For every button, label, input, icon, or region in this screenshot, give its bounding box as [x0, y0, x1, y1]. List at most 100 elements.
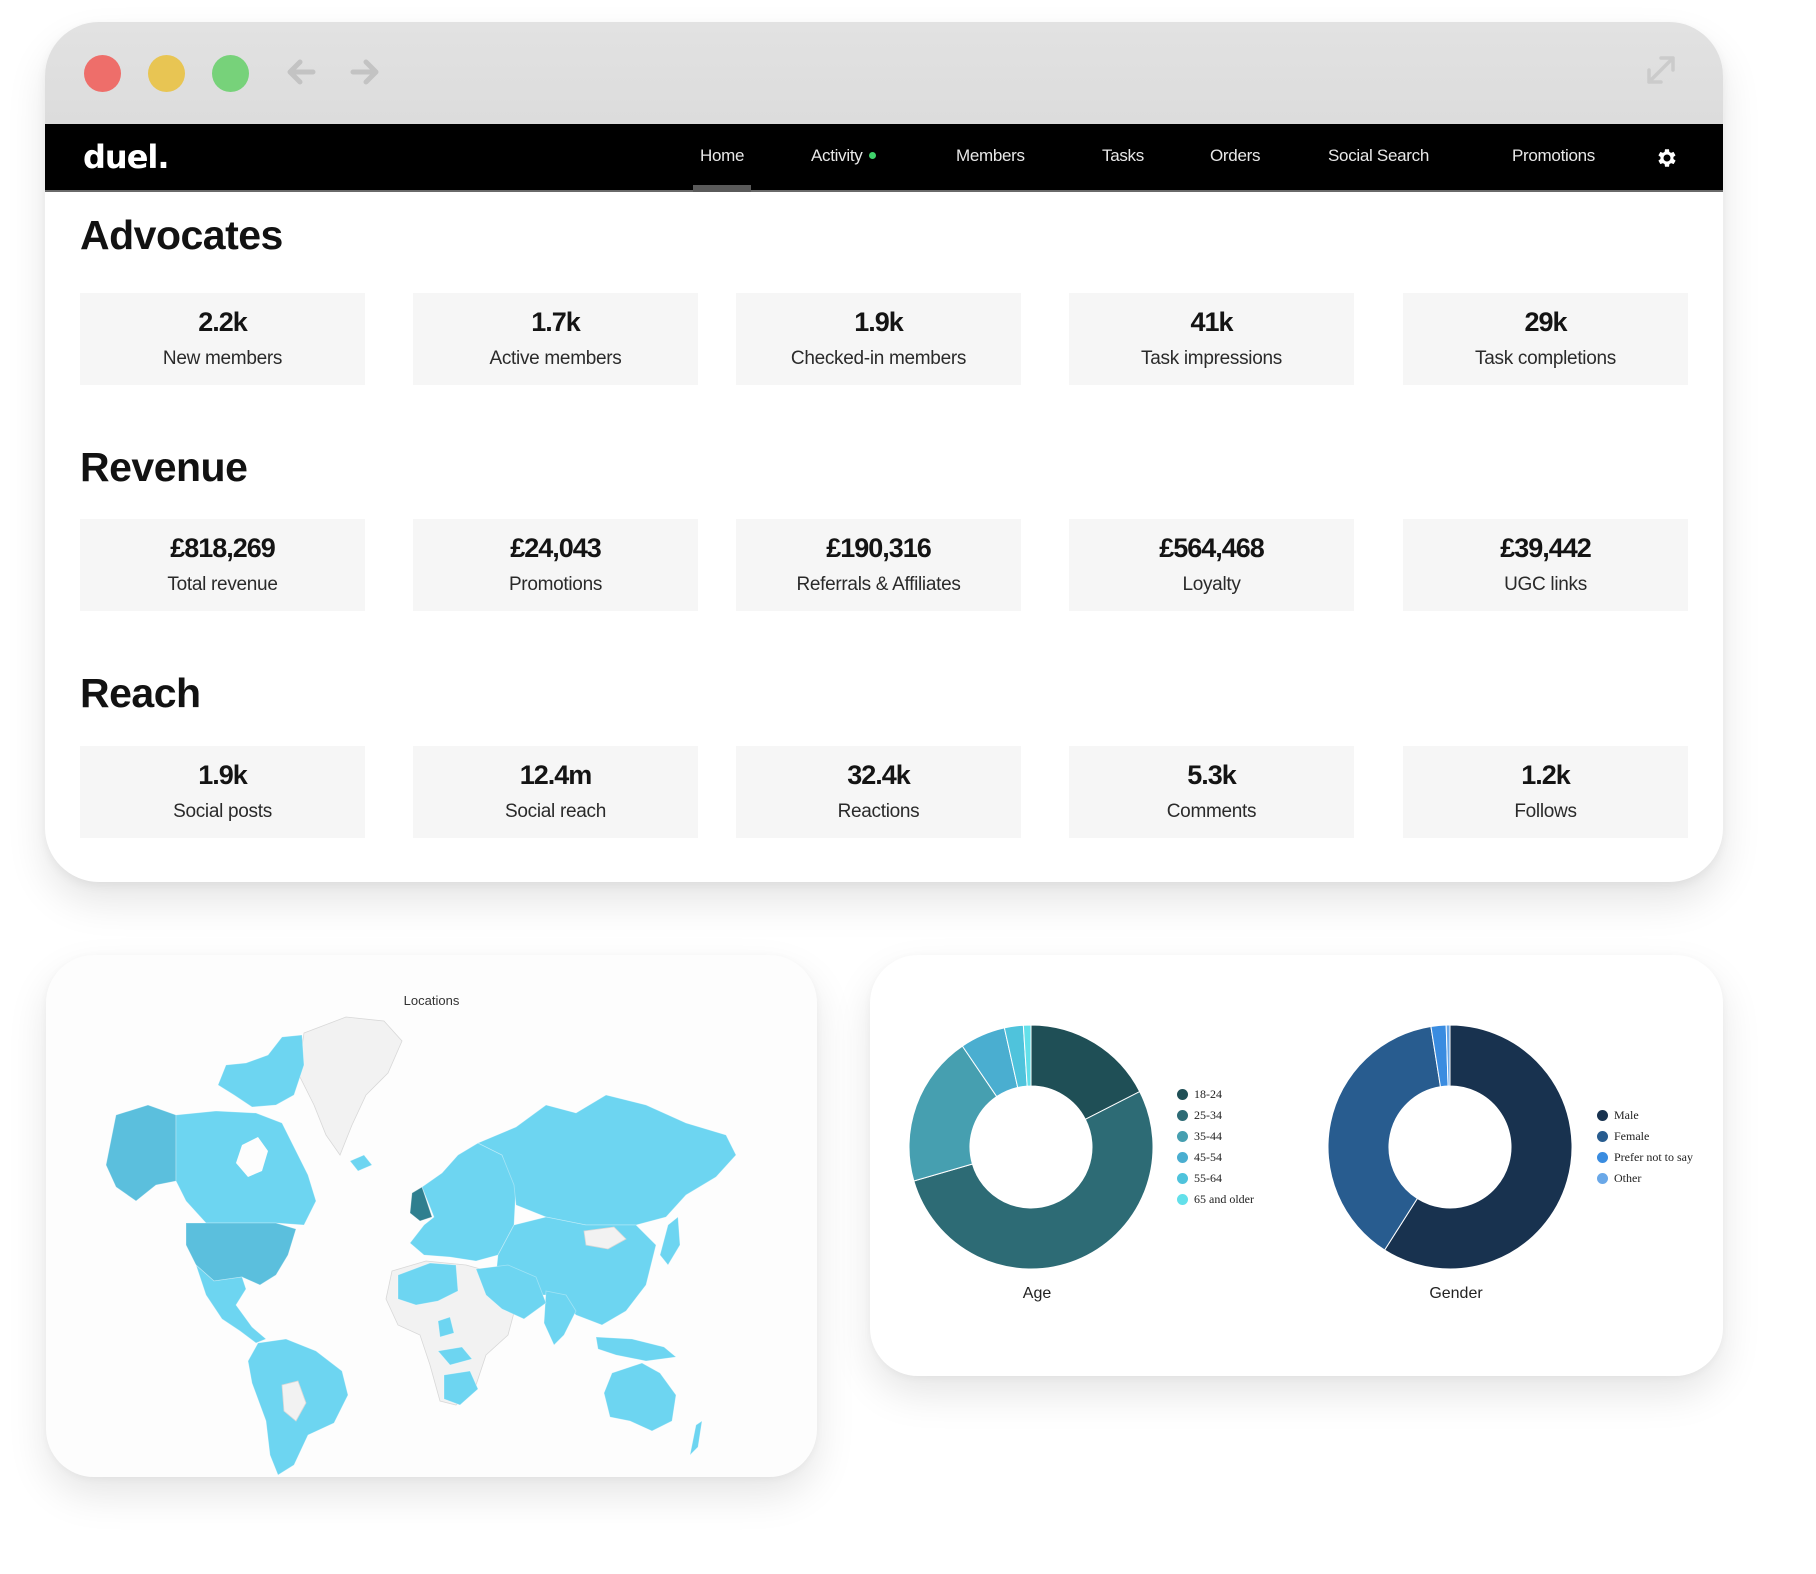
stat-value: 12.4m [519, 760, 593, 790]
close-window-button[interactable] [84, 55, 121, 92]
legend-item[interactable]: 45-54 [1177, 1147, 1254, 1168]
nav-activity[interactable]: Activity [811, 146, 877, 166]
map-region-indonesia[interactable] [595, 1336, 677, 1362]
nav-home[interactable]: Home [692, 146, 752, 192]
stat-value: 29k [1524, 307, 1567, 337]
stat-label: Loyalty [1182, 574, 1241, 595]
stat-value: 5.3k [1187, 760, 1237, 790]
minimize-window-button[interactable] [148, 55, 185, 92]
legend-item[interactable]: 35-44 [1177, 1126, 1254, 1147]
stat-label: Task completions [1475, 348, 1616, 369]
title-bar [45, 22, 1723, 124]
expand-icon[interactable] [1643, 52, 1679, 88]
legend-label: Female [1614, 1129, 1650, 1143]
stat-value: £190,316 [826, 533, 932, 563]
stat-value: 1.9k [854, 307, 904, 337]
demographics-donuts [908, 1024, 1573, 1270]
map-region-greenland[interactable] [297, 1016, 403, 1156]
nav-members[interactable]: Members [956, 146, 1025, 166]
arrow-right-icon[interactable] [345, 52, 385, 92]
maximize-window-button[interactable] [212, 55, 249, 92]
legend-swatch [1597, 1110, 1608, 1121]
legend-swatch [1177, 1152, 1188, 1163]
stat-card-comments[interactable]: 5.3k Comments [1069, 746, 1354, 838]
stat-label: Task impressions [1141, 348, 1282, 369]
locations-map-card: Locations [46, 955, 817, 1477]
map-region-russia[interactable] [477, 1094, 737, 1226]
stat-value: 1.2k [1521, 760, 1571, 790]
stat-label: Active members [489, 348, 622, 369]
legend-item[interactable]: 18-24 [1177, 1084, 1254, 1105]
arrow-left-icon[interactable] [281, 52, 321, 92]
stat-card-referrals-affiliates[interactable]: £190,316 Referrals & Affiliates [736, 519, 1021, 611]
stat-label: Follows [1514, 801, 1577, 822]
legend-label: 18-24 [1194, 1087, 1222, 1101]
legend-item[interactable]: 55-64 [1177, 1168, 1254, 1189]
legend-label: Prefer not to say [1614, 1150, 1693, 1164]
stat-card-follows[interactable]: 1.2k Follows [1403, 746, 1688, 838]
stat-label: Promotions [508, 574, 603, 595]
stat-card-task-impressions[interactable]: 41k Task impressions [1069, 293, 1354, 385]
stat-card-active-members[interactable]: 1.7k Active members [413, 293, 698, 385]
stat-card-checked-in-members[interactable]: 1.9k Checked-in members [736, 293, 1021, 385]
legend-item[interactable]: Other [1597, 1168, 1693, 1189]
stat-card-social-posts[interactable]: 1.9k Social posts [80, 746, 365, 838]
world-map[interactable] [46, 955, 817, 1477]
legend-item[interactable]: 25-34 [1177, 1105, 1254, 1126]
map-region-australia[interactable] [603, 1362, 677, 1432]
stat-card-reactions[interactable]: 32.4k Reactions [736, 746, 1021, 838]
nav-home-label: Home [700, 146, 745, 165]
nav-promotions[interactable]: Promotions [1512, 146, 1595, 166]
gender-chart-title: Gender [1429, 1285, 1483, 1302]
stat-value: 41k [1190, 307, 1233, 337]
duel-logo[interactable]: duel. [83, 138, 170, 176]
legend-item[interactable]: 65 and older [1177, 1189, 1254, 1210]
legend-label: 25-34 [1194, 1108, 1222, 1122]
map-region-iceland[interactable] [349, 1154, 373, 1172]
stat-value: £564,468 [1159, 533, 1265, 563]
nav-orders[interactable]: Orders [1210, 146, 1260, 166]
stat-card-task-completions[interactable]: 29k Task completions [1403, 293, 1688, 385]
section-title-reach: Reach [80, 670, 201, 716]
legend-label: 35-44 [1194, 1129, 1222, 1143]
nav-activity-label: Activity [811, 146, 863, 165]
legend-swatch [1177, 1131, 1188, 1142]
demographics-card: 18-24 25-34 35-44 45-54 55-64 65 and old… [870, 955, 1723, 1376]
stat-card-total-revenue[interactable]: £818,269 Total revenue [80, 519, 365, 611]
legend-label: 45-54 [1194, 1150, 1222, 1164]
age-chart-title: Age [1022, 1285, 1052, 1302]
stat-label: New members [162, 348, 283, 369]
legend-swatch [1597, 1173, 1608, 1184]
stat-value: £818,269 [170, 533, 276, 563]
stat-label: Social reach [505, 801, 606, 822]
legend-swatch [1177, 1110, 1188, 1121]
legend-label: 55-64 [1194, 1171, 1222, 1185]
legend-swatch [1597, 1152, 1608, 1163]
nav-social-search[interactable]: Social Search [1328, 146, 1429, 166]
legend-item[interactable]: Female [1597, 1126, 1693, 1147]
map-region-new-zealand[interactable] [689, 1420, 703, 1457]
nav-social-search-label: Social Search [1328, 146, 1429, 165]
stat-card-loyalty[interactable]: £564,468 Loyalty [1069, 519, 1354, 611]
stat-value: 2.2k [198, 307, 248, 337]
section-title-advocates: Advocates [80, 212, 283, 258]
map-region-canada-islands[interactable] [217, 1034, 305, 1108]
stat-value: 1.7k [531, 307, 581, 337]
legend-item[interactable]: Prefer not to say [1597, 1147, 1693, 1168]
stat-card-new-members[interactable]: 2.2k New members [80, 293, 365, 385]
stat-label: Social posts [173, 801, 272, 822]
map-region-alaska[interactable] [105, 1104, 177, 1202]
nav-tasks[interactable]: Tasks [1102, 146, 1144, 166]
stat-card-promotions[interactable]: £24,043 Promotions [413, 519, 698, 611]
legend-item[interactable]: Male [1597, 1105, 1693, 1126]
stat-label: Reactions [837, 801, 920, 822]
age-legend: 18-24 25-34 35-44 45-54 55-64 65 and old… [1177, 1084, 1254, 1210]
stat-card-ugc-links[interactable]: £39,442 UGC links [1403, 519, 1688, 611]
gear-icon[interactable] [1655, 146, 1679, 170]
nav-members-label: Members [956, 146, 1025, 165]
map-region-japan[interactable] [659, 1216, 681, 1266]
legend-swatch [1597, 1131, 1608, 1142]
stat-value: 1.9k [198, 760, 248, 790]
nav-orders-label: Orders [1210, 146, 1261, 165]
stat-card-social-reach[interactable]: 12.4m Social reach [413, 746, 698, 838]
